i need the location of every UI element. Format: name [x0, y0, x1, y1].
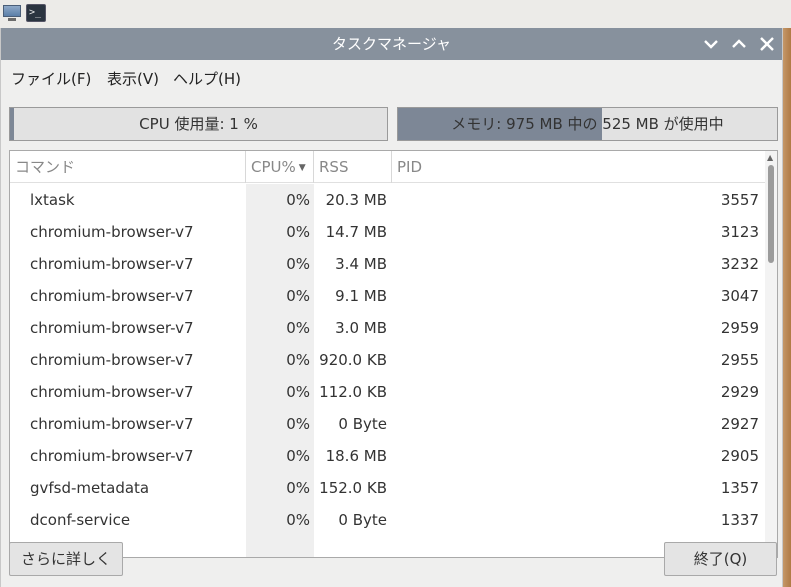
cell-rss: 3.4 MB [335, 255, 387, 273]
cell-cpu: 0% [286, 319, 310, 337]
cell-cpu: 0% [286, 287, 310, 305]
menu-help[interactable]: ヘルプ(H) [173, 68, 241, 89]
table-row[interactable]: chromium-browser-v7 0% 9.1 MB 3047 [10, 280, 765, 312]
cell-cpu: 0% [286, 511, 310, 529]
cpu-usage-label: CPU 使用量: 1 % [139, 115, 258, 133]
cell-rss: 18.6 MB [325, 447, 387, 465]
table-row[interactable]: dconf-service 0% 0 Byte 1337 [10, 504, 765, 536]
column-header-command[interactable]: コマンド [10, 151, 246, 183]
cell-pid: 3232 [720, 255, 759, 273]
chevron-up-icon[interactable] [730, 35, 748, 53]
menu-bar: ファイル(F) 表示(V) ヘルプ(H) [1, 60, 782, 94]
table-row[interactable]: chromium-browser-v7 0% 920.0 KB 2955 [10, 344, 765, 376]
scrollbar-thumb[interactable] [768, 165, 774, 263]
cell-cpu: 0% [286, 447, 310, 465]
menu-file[interactable]: ファイル(F) [11, 68, 91, 89]
vertical-scrollbar[interactable]: ▲ ▼ [765, 151, 777, 557]
cell-rss: 20.3 MB [325, 191, 387, 209]
cell-pid: 3047 [720, 287, 759, 305]
cell-command: chromium-browser-v7 [30, 319, 194, 337]
cell-cpu: 0% [286, 415, 310, 433]
cell-command: chromium-browser-v7 [30, 447, 194, 465]
column-header-rss[interactable]: RSS [314, 151, 392, 183]
cell-rss: 112.0 KB [319, 383, 387, 401]
close-icon[interactable] [758, 35, 776, 53]
sort-descending-icon: ▼ [298, 163, 306, 173]
cell-cpu: 0% [286, 255, 310, 273]
cell-cpu: 0% [286, 191, 310, 209]
cell-command: chromium-browser-v7 [30, 415, 194, 433]
table-row[interactable]: gvfsd-metadata 0% 152.0 KB 1357 [10, 472, 765, 504]
cell-command: gvfsd-metadata [30, 479, 150, 497]
cell-cpu: 0% [286, 351, 310, 369]
cell-pid: 2927 [720, 415, 759, 433]
cell-pid: 2905 [720, 447, 759, 465]
cell-pid: 1337 [720, 511, 759, 529]
memory-usage-label: メモリ: 975 MB 中の 525 MB が使用中 [451, 115, 724, 133]
cell-rss: 0 Byte [338, 511, 387, 529]
taskbar: >_ [0, 0, 791, 28]
terminal-icon[interactable]: >_ [26, 4, 46, 22]
more-details-button[interactable]: さらに詳しく [9, 542, 123, 576]
cell-pid: 3557 [720, 191, 759, 209]
cell-rss: 14.7 MB [325, 223, 387, 241]
cell-pid: 1357 [720, 479, 759, 497]
cell-rss: 0 Byte [338, 415, 387, 433]
table-body: lxtask 0% 20.3 MB 3557 chromium-browser-v7 0%… [10, 184, 765, 536]
menu-view[interactable]: 表示(V) [107, 68, 159, 89]
cell-pid: 2929 [720, 383, 759, 401]
scroll-up-icon[interactable]: ▲ [767, 153, 773, 162]
cell-command: chromium-browser-v7 [30, 223, 194, 241]
table-row[interactable]: chromium-browser-v7 0% 0 Byte 2927 [10, 408, 765, 440]
table-row[interactable]: chromium-browser-v7 0% 14.7 MB 3123 [10, 216, 765, 248]
cpu-usage-meter: CPU 使用量: 1 % [9, 107, 388, 141]
cell-pid: 2955 [720, 351, 759, 369]
cell-rss: 3.0 MB [335, 319, 387, 337]
table-row[interactable]: chromium-browser-v7 0% 18.6 MB 2905 [10, 440, 765, 472]
process-table: コマンド CPU% ▼ RSS PID lxtask 0% 20.3 MB 3557 ch… [9, 150, 778, 558]
column-header-cpu[interactable]: CPU% ▼ [246, 151, 314, 183]
table-row[interactable]: chromium-browser-v7 0% 3.0 MB 2959 [10, 312, 765, 344]
table-row[interactable]: chromium-browser-v7 0% 112.0 KB 2929 [10, 376, 765, 408]
cell-rss: 152.0 KB [319, 479, 387, 497]
cell-cpu: 0% [286, 479, 310, 497]
cell-rss: 920.0 KB [319, 351, 387, 369]
cell-pid: 3123 [720, 223, 759, 241]
table-header: コマンド CPU% ▼ RSS PID [10, 151, 765, 183]
cell-cpu: 0% [286, 383, 310, 401]
cell-rss: 9.1 MB [335, 287, 387, 305]
table-row[interactable]: lxtask 0% 20.3 MB 3557 [10, 184, 765, 216]
column-header-pid[interactable]: PID [392, 151, 765, 183]
cell-command: chromium-browser-v7 [30, 383, 194, 401]
quit-button[interactable]: 終了(Q) [664, 542, 777, 576]
cell-pid: 2959 [720, 319, 759, 337]
title-bar[interactable]: タスクマネージャ [1, 28, 782, 60]
chevron-down-icon[interactable] [702, 35, 720, 53]
memory-usage-meter: メモリ: 975 MB 中の 525 MB が使用中 [397, 107, 778, 141]
table-row[interactable]: chromium-browser-v7 0% 3.4 MB 3232 [10, 248, 765, 280]
cell-command: chromium-browser-v7 [30, 287, 194, 305]
cpu-usage-fill [10, 108, 14, 140]
cell-command: chromium-browser-v7 [30, 351, 194, 369]
monitor-icon[interactable] [2, 4, 22, 22]
cell-command: dconf-service [30, 511, 131, 529]
task-manager-window: タスクマネージャ ファイル(F) 表示(V) ヘルプ(H) CPU 使用量: 1… [0, 28, 783, 587]
cell-cpu: 0% [286, 223, 310, 241]
cell-command: chromium-browser-v7 [30, 255, 194, 273]
cell-command: lxtask [30, 191, 75, 209]
window-title: タスクマネージャ [332, 35, 451, 53]
